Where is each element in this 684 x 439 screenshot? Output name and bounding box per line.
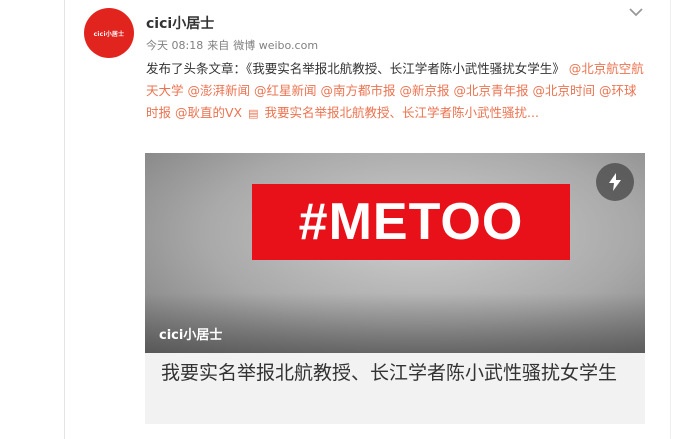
chevron-down-icon[interactable] (628, 6, 644, 18)
lightning-icon[interactable] (596, 163, 634, 201)
avatar-text: cici小居士 (93, 30, 125, 38)
mention-bjqingnian[interactable]: @北京青年报 (454, 83, 529, 98)
post-text: 发布了头条文章：《我要实名举报北航教授、长江学者陈小武性骚扰女学生》 @北京航空… (146, 58, 646, 125)
lightning-glyph (609, 173, 621, 191)
article-link[interactable]: 我要实名举报北航教授、长江学者陈小武性骚扰... (265, 105, 539, 120)
mention-hongxing[interactable]: @红星新闻 (254, 83, 317, 98)
cover-watermark: cici小居士 (159, 328, 223, 343)
card-title[interactable]: 我要实名举报北航教授、长江学者陈小武性骚扰女学生 (161, 359, 631, 388)
left-divider (64, 0, 65, 439)
cover-shade (145, 293, 645, 353)
banner-text: #METOO (298, 193, 524, 251)
metoo-banner: #METOO (252, 184, 570, 260)
mention-xinjingbao[interactable]: @新京报 (400, 83, 450, 98)
article-icon: ▤ (248, 107, 259, 120)
mention-gengzhi[interactable]: @耿直的VX (175, 105, 242, 120)
source-prefix: 来自 (207, 39, 230, 52)
source-app[interactable]: 微博 weibo.com (233, 39, 318, 52)
article-card[interactable]: #METOO cici小居士 我要实名举报北航教授、长江学者陈小武性骚扰女学生 (145, 153, 645, 424)
mention-thepaper[interactable]: @澎湃新闻 (188, 83, 251, 98)
card-cover-image[interactable]: #METOO cici小居士 (145, 153, 645, 353)
card-title-area[interactable]: 我要实名举报北航教授、长江学者陈小武性骚扰女学生 (145, 353, 645, 424)
right-divider (670, 0, 671, 439)
mention-bjtime[interactable]: @北京时间 (533, 83, 596, 98)
user-name[interactable]: cici小居士 (146, 13, 214, 33)
avatar[interactable]: cici小居士 (84, 8, 134, 58)
mention-nandu[interactable]: @南方都市报 (321, 83, 396, 98)
post-meta: 今天 08:18 来自 微博 weibo.com (146, 37, 322, 53)
post-lead: 发布了头条文章：《我要实名举报北航教授、长江学者陈小武性骚扰女学生》 (146, 61, 565, 76)
post-time[interactable]: 今天 08:18 (146, 39, 203, 52)
weibo-post-page: cici小居士 cici小居士 今天 08:18 来自 微博 weibo.com 发… (0, 0, 684, 439)
